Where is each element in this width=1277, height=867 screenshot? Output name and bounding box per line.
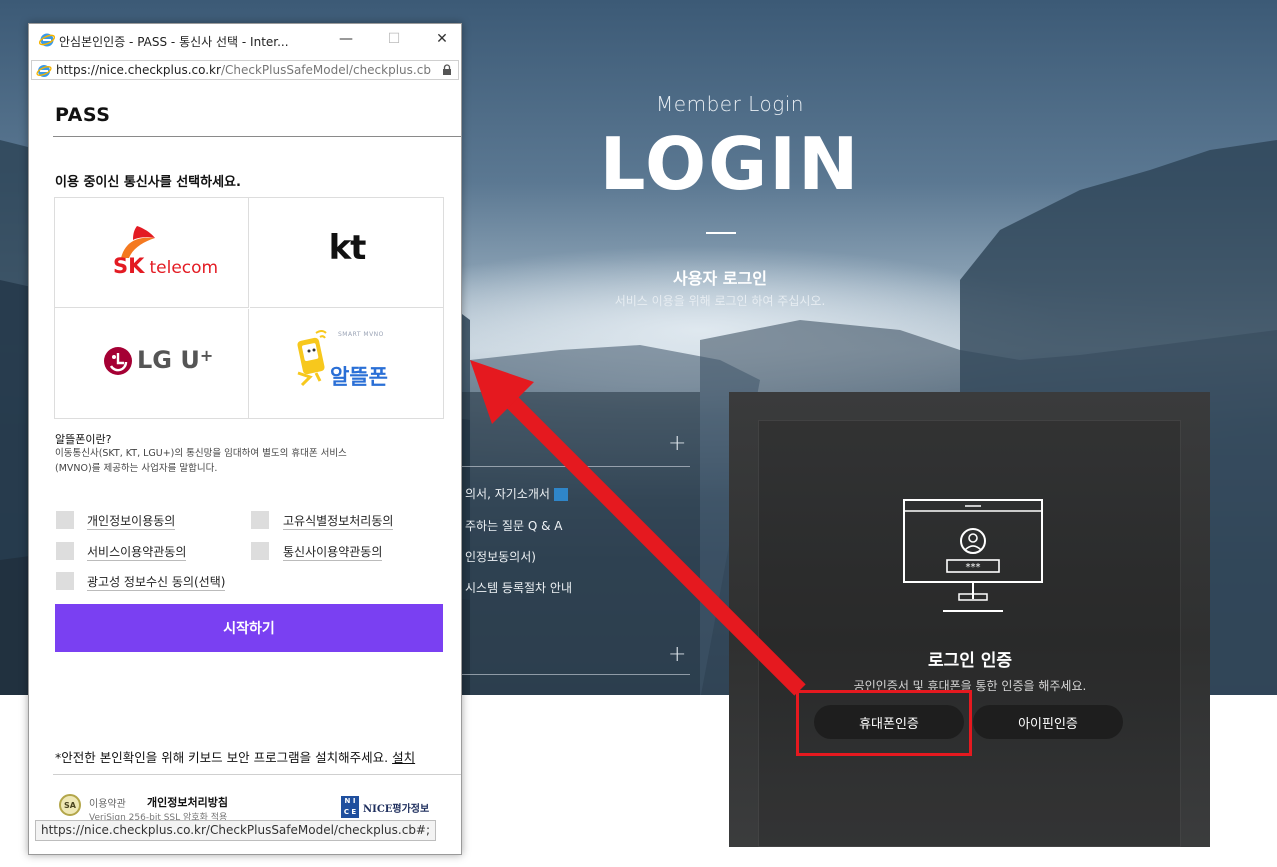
lgu-wordmark: LG U+ [137, 346, 214, 374]
hero-divider [706, 232, 736, 234]
expand-plus-icon[interactable]: + [668, 642, 686, 667]
install-link[interactable]: 설치 [392, 750, 415, 765]
ipin-auth-button[interactable]: 아이핀인증 [973, 705, 1123, 739]
pin-mask-text: *** [966, 562, 981, 573]
lock-icon [443, 64, 451, 75]
carrier-lgu-button[interactable]: LG U+ [55, 309, 249, 419]
verisign-seal-icon: SA [59, 794, 81, 816]
start-button[interactable]: 시작하기 [55, 604, 443, 652]
agree-service-terms-link[interactable]: 서비스이용약관동의 [87, 543, 187, 561]
carrier-kt-button[interactable]: kt [250, 198, 444, 308]
agree-checkbox-marketing[interactable] [56, 572, 74, 590]
window-titlebar[interactable]: 안심본인인증 - PASS - 통신사 선택 - Inter... — ☐ ✕ [29, 24, 461, 56]
keyboard-security-notice: *안전한 본인확인을 위해 키보드 보안 프로그램을 설치해주세요. 설치 [55, 750, 416, 765]
ie-page-icon [36, 65, 52, 77]
carrier-grid: SK telecom kt LG U+ SMART MVNO 알뜰폰 [54, 197, 444, 419]
maximize-button[interactable]: ☐ [381, 29, 407, 49]
auth-title: 로그인 인증 [927, 651, 1013, 671]
pass-logo: PASS [55, 104, 111, 126]
hero-subtitle: Member Login [656, 92, 804, 116]
ie-browser-icon [39, 33, 55, 47]
window-title: 안심본인인증 - PASS - 통신사 선택 - Inter... [59, 35, 289, 49]
mvno-wordmark: 알뜰폰 [330, 365, 388, 389]
highlight-box [796, 690, 972, 756]
agree-carrier-terms-link[interactable]: 통신사이용약관동의 [283, 543, 383, 561]
header-divider [53, 136, 461, 137]
agree-unique-id-link[interactable]: 고유식별정보처리동의 [283, 512, 394, 530]
carrier-skt-button[interactable]: SK telecom [55, 198, 249, 308]
info-links-panel [455, 392, 700, 695]
address-bar[interactable]: https://nice.checkplus.co.kr/CheckPlusSa… [31, 60, 459, 80]
nice-logo: N I C E NICE평가정보 [341, 796, 429, 818]
footer-divider [53, 774, 461, 775]
info-link-registration-guide[interactable]: 시스템 등록절차 안내 [465, 579, 572, 596]
info-link-documents[interactable]: 의서, 자기소개서 [465, 485, 568, 502]
new-badge-icon [553, 488, 568, 501]
minimize-button[interactable]: — [333, 29, 359, 49]
panel-divider [455, 674, 690, 675]
agree-checkbox-service-terms[interactable] [56, 542, 74, 560]
privacy-policy-link[interactable]: 개인정보처리방침 [147, 794, 228, 810]
lg-face-logo-icon [104, 347, 132, 375]
info-link-privacy-consent[interactable]: 인정보동의서) [465, 548, 536, 565]
agree-checkbox-unique-id[interactable] [251, 511, 269, 529]
agree-privacy-link[interactable]: 개인정보이용동의 [87, 512, 176, 530]
mvno-tagline: SMART MVNO [338, 331, 384, 338]
status-bar-url: https://nice.checkplus.co.kr/CheckPlusSa… [35, 820, 437, 841]
hero-title: LOGIN [599, 122, 861, 206]
panel-divider [455, 466, 690, 467]
info-link-faq[interactable]: 주하는 질문 Q & A [465, 517, 562, 534]
expand-plus-icon[interactable]: + [668, 431, 686, 456]
monitor-login-icon: *** [903, 499, 1043, 612]
url-text: https://nice.checkplus.co.kr/CheckPlusSa… [56, 63, 431, 77]
login-description: 서비스 이용을 위해 로그인 하여 주십시오. [614, 294, 826, 308]
close-button[interactable]: ✕ [429, 29, 455, 49]
carrier-instruction: 이용 중이신 통신사를 선택하세요. [55, 175, 241, 190]
mvno-phone-mascot-icon [297, 330, 327, 387]
terms-link[interactable]: 이용약관 [89, 795, 126, 810]
skt-wordmark: SK telecom [113, 254, 219, 278]
auth-panel-inner [758, 420, 1181, 847]
mvno-description: 이동통신사(SKT, KT, LGU+)의 통신망을 임대하여 별도의 휴대폰 … [55, 448, 347, 474]
user-login-heading: 사용자 로그인 [673, 269, 767, 288]
carrier-mvno-button[interactable]: SMART MVNO 알뜰폰 [250, 309, 444, 419]
agree-checkbox-carrier-terms[interactable] [251, 542, 269, 560]
mvno-question: 알뜰폰이란? [55, 433, 112, 446]
pass-popup-window: 안심본인인증 - PASS - 통신사 선택 - Inter... — ☐ ✕ … [28, 23, 462, 855]
nice-company-name: NICE평가정보 [363, 803, 430, 815]
nice-mark-icon: N I C E [341, 796, 359, 818]
kt-wordmark: kt [328, 228, 367, 268]
agree-marketing-link[interactable]: 광고성 정보수신 동의(선택) [87, 573, 226, 591]
agree-checkbox-privacy[interactable] [56, 511, 74, 529]
